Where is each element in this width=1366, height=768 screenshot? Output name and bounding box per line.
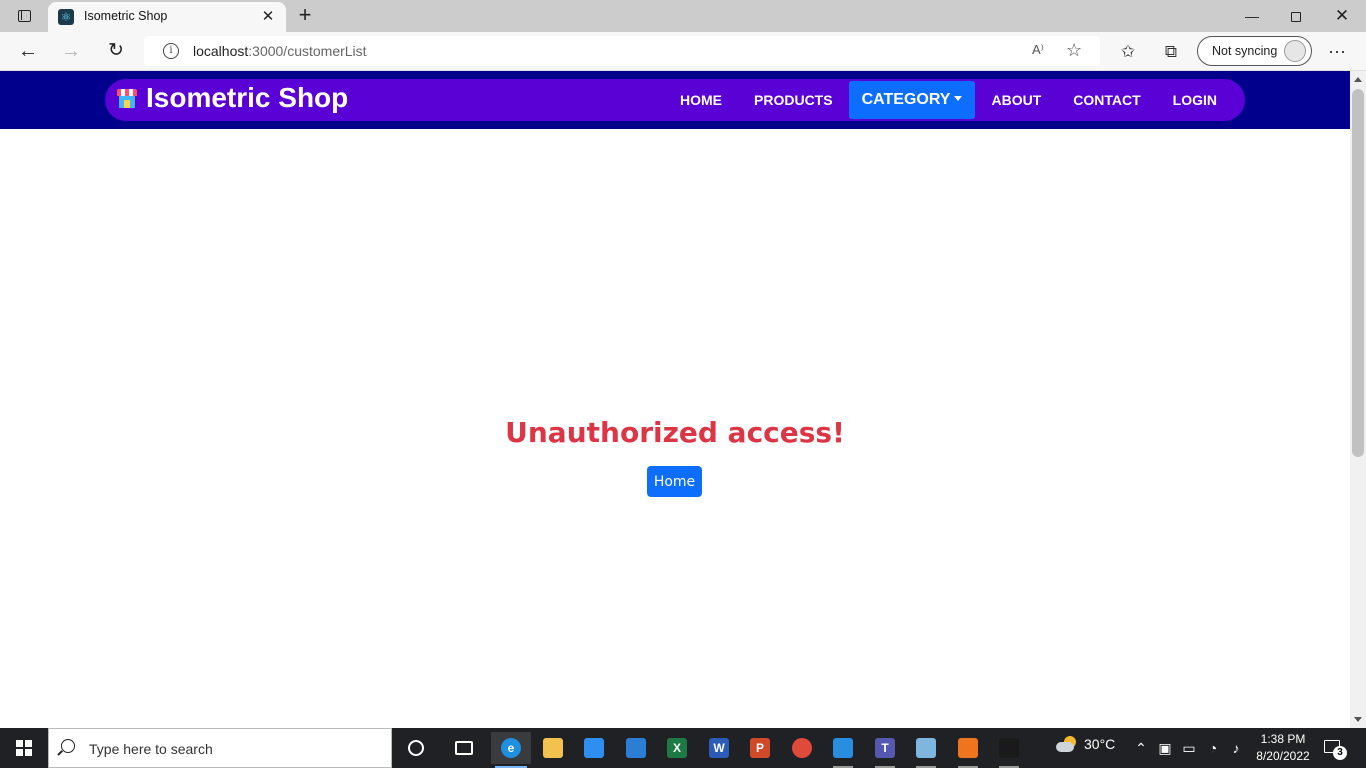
page-content: Isometric Shop HOME PRODUCTS CATEGORY AB… — [0, 71, 1350, 728]
maximize-button[interactable] — [1276, 4, 1316, 28]
add-favorite-icon[interactable]: ☆ — [1066, 40, 1082, 61]
start-button[interactable] — [0, 728, 48, 768]
page-scrollbar[interactable] — [1350, 71, 1366, 728]
teams-icon: T — [875, 738, 895, 758]
caret-down-icon — [954, 95, 963, 101]
close-window-button[interactable]: ✕ — [1322, 4, 1362, 28]
windows-logo-icon — [16, 740, 32, 756]
edge-icon: e — [501, 738, 521, 758]
scroll-up-icon[interactable] — [1354, 77, 1362, 82]
scroll-thumb[interactable] — [1352, 89, 1364, 457]
taskbar-app-excel[interactable]: X — [657, 732, 697, 764]
nav-menu: HOME PRODUCTS CATEGORY ABOUT CONTACT LOG… — [664, 80, 1233, 120]
meet-now-icon[interactable]: ▣ — [1157, 738, 1173, 758]
file-explorer-icon — [543, 738, 563, 758]
clock-date: 8/20/2022 — [1256, 749, 1310, 763]
new-tab-button[interactable]: + — [292, 4, 318, 28]
browser-toolbar: ← → ↻ i localhost:3000/customerList A⁾ ☆… — [0, 32, 1366, 71]
taskbar-app-vscode[interactable] — [823, 732, 863, 768]
favorites-icon[interactable]: ✩ — [1116, 41, 1140, 63]
battery-icon[interactable]: ▭ — [1180, 738, 1198, 758]
forward-button[interactable]: → — [57, 38, 85, 64]
home-button[interactable]: Home — [647, 466, 702, 497]
wifi-icon[interactable]: ◔ — [1204, 738, 1222, 758]
nav-about[interactable]: ABOUT — [975, 81, 1057, 119]
tab-actions-icon — [17, 10, 31, 22]
browser-tab-strip: ⚛ Isometric Shop ✕ + — ✕ — [0, 0, 1366, 32]
cortana-button[interactable] — [396, 732, 436, 764]
temperature: 30°C — [1084, 736, 1116, 752]
brand-name: Isometric Shop — [146, 82, 349, 113]
taskbar-app-word[interactable]: W — [699, 732, 739, 764]
nav-login[interactable]: LOGIN — [1157, 81, 1233, 119]
weather-widget[interactable]: 30°C — [1056, 736, 1115, 752]
volume-icon[interactable]: ♪ — [1227, 738, 1245, 758]
search-icon — [61, 739, 75, 753]
notification-center-button[interactable]: 3 — [1322, 738, 1347, 760]
clock-time: 1:38 PM — [1260, 732, 1306, 746]
weather-icon — [1056, 736, 1078, 752]
tab-actions-button[interactable] — [10, 6, 38, 26]
nav-home[interactable]: HOME — [664, 81, 738, 119]
nav-products[interactable]: PRODUCTS — [738, 81, 849, 119]
vscode-icon — [833, 738, 853, 758]
profile-button[interactable]: Not syncing — [1197, 36, 1312, 66]
nav-category-label: CATEGORY — [861, 91, 951, 108]
task-view-button[interactable] — [444, 732, 484, 764]
reload-button[interactable]: ↻ — [102, 38, 130, 64]
tray-chevron-up-icon[interactable]: ⌃ — [1133, 738, 1149, 758]
settings-more-icon[interactable]: ⋯ — [1325, 41, 1349, 63]
terminal-icon — [999, 738, 1019, 758]
windows-taskbar: Type here to search e X W P T 30°C ⌃ ▣ ▭ ◔ ♪… — [0, 728, 1366, 768]
cortana-icon — [408, 740, 424, 756]
app-notepad-icon — [916, 738, 936, 758]
taskbar-app-xampp[interactable] — [948, 732, 988, 768]
minimize-button[interactable]: — — [1232, 4, 1272, 28]
microsoft-store-icon — [584, 738, 604, 758]
search-placeholder: Type here to search — [89, 741, 213, 757]
taskbar-app-mail[interactable] — [616, 732, 656, 764]
chrome-icon — [792, 738, 812, 758]
shop-icon — [117, 89, 137, 109]
taskbar-app-microsoft-store[interactable] — [574, 732, 614, 764]
brand-link[interactable]: Isometric Shop — [117, 82, 348, 114]
taskbar-app-file-explorer[interactable] — [533, 732, 573, 764]
taskbar-search[interactable]: Type here to search — [48, 728, 392, 768]
task-view-icon — [455, 741, 473, 755]
url-path: :3000/customerList — [248, 43, 367, 59]
taskbar-app-chrome[interactable] — [782, 732, 822, 764]
url-host: localhost — [193, 43, 249, 59]
unauthorized-message: Unauthorized access! — [505, 416, 845, 449]
mail-icon — [626, 738, 646, 758]
xampp-icon — [958, 738, 978, 758]
restore-icon — [1291, 12, 1301, 23]
site-info-icon[interactable]: i — [163, 43, 179, 59]
word-icon: W — [709, 738, 729, 758]
read-aloud-icon[interactable]: A⁾ — [1032, 42, 1044, 58]
address-bar[interactable]: i localhost:3000/customerList A⁾ ☆ — [144, 36, 1100, 66]
powerpoint-icon: P — [750, 738, 770, 758]
collections-icon[interactable]: ⧉ — [1159, 41, 1183, 63]
taskbar-app-app-notepad[interactable] — [906, 732, 946, 768]
tab-title: Isometric Shop — [84, 9, 168, 23]
taskbar-app-terminal[interactable] — [989, 732, 1029, 768]
excel-icon: X — [667, 738, 687, 758]
site-header: Isometric Shop HOME PRODUCTS CATEGORY AB… — [0, 71, 1350, 129]
profile-label: Not syncing — [1212, 44, 1278, 58]
back-button[interactable]: ← — [14, 38, 42, 64]
nav-category-dropdown[interactable]: CATEGORY — [848, 81, 976, 119]
avatar — [1284, 40, 1306, 62]
navbar: Isometric Shop HOME PRODUCTS CATEGORY AB… — [105, 79, 1245, 121]
system-clock[interactable]: 1:38 PM 8/20/2022 — [1252, 731, 1314, 765]
nav-contact[interactable]: CONTACT — [1057, 81, 1156, 119]
tab-close-icon[interactable]: ✕ — [258, 7, 278, 27]
taskbar-app-edge[interactable]: e — [491, 732, 531, 768]
url-text[interactable]: localhost:3000/customerList — [193, 43, 367, 59]
react-favicon-icon: ⚛ — [58, 9, 74, 25]
taskbar-app-teams[interactable]: T — [865, 732, 905, 768]
notification-count-badge: 3 — [1333, 746, 1347, 760]
scroll-down-icon[interactable] — [1354, 717, 1362, 722]
browser-tab[interactable]: ⚛ Isometric Shop ✕ — [48, 2, 286, 32]
taskbar-app-powerpoint[interactable]: P — [740, 732, 780, 764]
